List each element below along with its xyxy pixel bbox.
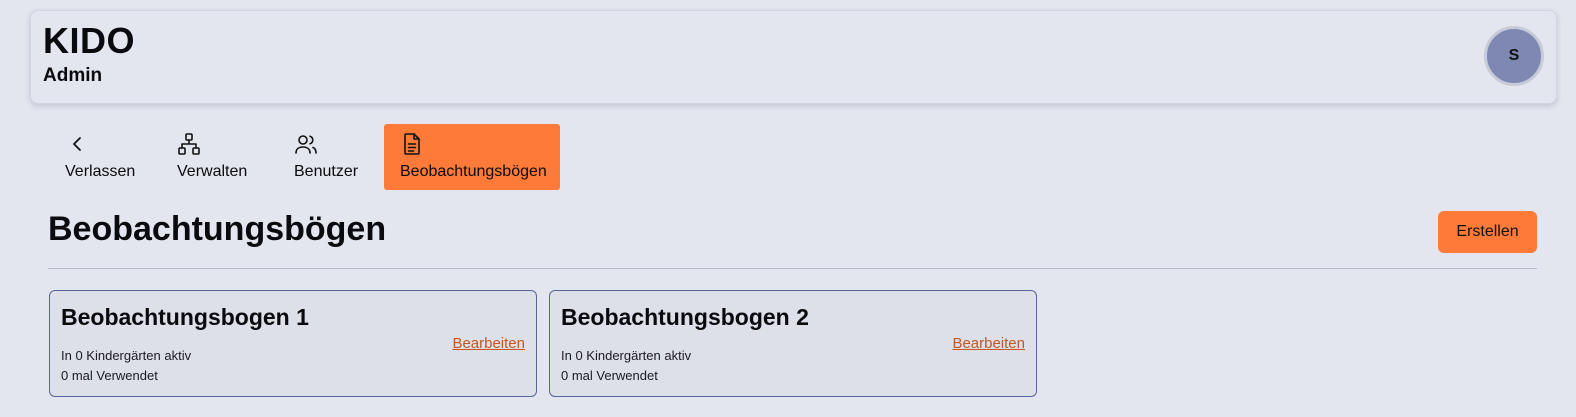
nav-item-label: Verlassen: [65, 163, 136, 180]
card-active-count: In 0 Kindergärten aktiv: [61, 348, 192, 363]
edit-link[interactable]: Bearbeiten: [452, 335, 525, 352]
card-usage-count: 0 mal Verwendet: [61, 368, 158, 383]
nav-item-benutzer[interactable]: Benutzer: [294, 124, 358, 190]
edit-link[interactable]: Bearbeiten: [952, 335, 1025, 352]
sitemap-icon: [178, 133, 200, 155]
form-card: Beobachtungsbogen 1 In 0 Kindergärten ak…: [49, 290, 537, 397]
app-header: KIDO Admin S: [30, 10, 1557, 104]
avatar-initial: S: [1508, 47, 1520, 64]
nav-item-label: Verwalten: [177, 163, 248, 180]
nav-item-verlassen[interactable]: Verlassen: [65, 124, 135, 190]
nav-item-verwalten[interactable]: Verwalten: [177, 124, 247, 190]
page-title: Beobachtungsbögen: [48, 210, 387, 248]
nav-item-label: Beobachtungsbögen: [400, 163, 547, 180]
nav-item-label: Benutzer: [294, 163, 359, 180]
chevron-left-icon: [73, 137, 81, 151]
card-title: Beobachtungsbogen 2: [561, 304, 809, 330]
brand-title: KIDO: [43, 20, 135, 61]
card-title: Beobachtungsbogen 1: [61, 304, 309, 330]
users-icon: [295, 135, 317, 154]
form-card: Beobachtungsbogen 2 In 0 Kindergärten ak…: [549, 290, 1037, 397]
user-avatar[interactable]: S: [1484, 26, 1544, 86]
divider: [48, 268, 1537, 269]
create-button[interactable]: Erstellen: [1438, 211, 1537, 253]
document-icon: [404, 133, 420, 155]
nav-item-beobachtungsboegen[interactable]: Beobachtungsbögen: [384, 124, 560, 190]
card-usage-count: 0 mal Verwendet: [561, 368, 658, 383]
brand-subtitle: Admin: [43, 65, 103, 86]
card-active-count: In 0 Kindergärten aktiv: [561, 348, 692, 363]
